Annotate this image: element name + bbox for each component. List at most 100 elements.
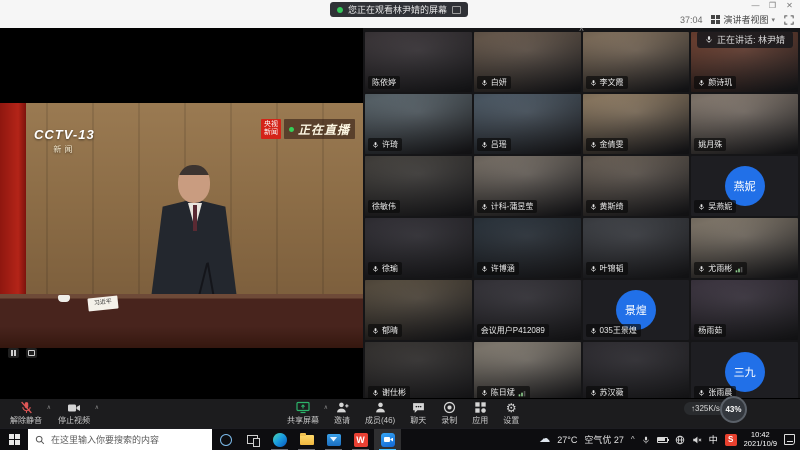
chevron-up-icon[interactable]: ∧ — [95, 404, 99, 411]
participant-name: 徐敏伟 — [372, 201, 396, 212]
participant-name: 陈日斌 — [491, 387, 515, 398]
start-button[interactable] — [0, 429, 28, 450]
toolbar-button-invite[interactable]: 邀请 — [334, 401, 350, 426]
tray-mic-icon[interactable] — [642, 435, 650, 445]
watching-screen-pill[interactable]: 您正在观看林尹婧的屏幕 — [330, 2, 468, 17]
toolbar-button-unmute[interactable]: 解除静音 ∧ — [10, 401, 42, 426]
participant-tile[interactable]: 许博涵 — [474, 218, 581, 278]
participant-name-pill: 陈依婷 — [368, 76, 400, 89]
toolbar-button-label: 设置 — [503, 415, 519, 426]
participant-tile[interactable]: 白妍 — [474, 32, 581, 92]
chevron-up-icon[interactable]: ∧ — [47, 404, 51, 411]
toolbar-button-apps[interactable]: 应用 — [472, 401, 488, 426]
popout-icon[interactable] — [452, 6, 461, 14]
participant-tile[interactable]: 黄斯绮 — [583, 156, 690, 216]
layout-grid-icon — [711, 15, 720, 24]
toolbar-button-stop-video[interactable]: 停止视频 ∧ — [58, 401, 90, 426]
participant-name-pill: 郁晴 — [368, 324, 402, 337]
ime-indicator[interactable]: 中 — [709, 433, 718, 446]
participant-name: 许琦 — [382, 139, 398, 150]
participant-tile[interactable]: 尤雨彬 — [691, 218, 798, 278]
close-button[interactable]: ✕ — [781, 0, 798, 11]
search-placeholder: 在这里输入你要搜索的内容 — [51, 433, 159, 446]
participant-tile[interactable]: 徐瑜 — [365, 218, 472, 278]
participant-tile[interactable]: 三九 张雨晨 — [691, 342, 798, 402]
toolbar-button-record[interactable]: 录制 — [441, 401, 457, 426]
participant-name: 谢仕彬 — [382, 387, 406, 398]
participant-name-pill: 颜诗玑 — [694, 76, 736, 89]
participant-tile[interactable]: 杨雨茹 — [691, 280, 798, 340]
edge-button[interactable] — [266, 429, 293, 450]
meeting-app-button[interactable] — [374, 429, 401, 450]
file-explorer-button[interactable] — [293, 429, 320, 450]
chevron-up-icon[interactable]: ∧ — [324, 404, 328, 411]
signal-icon — [518, 389, 526, 397]
participants-panel: 正在讲话: 林尹婧 ^ 陈依婷 白妍 李文霞 颜诗玑 — [363, 28, 800, 428]
view-mode-label: 演讲者视图 — [723, 13, 768, 26]
taskbar-search-input[interactable]: 在这里输入你要搜索的内容 — [28, 429, 212, 450]
tray-expand-chevron[interactable]: ^ — [631, 435, 635, 444]
maximize-button[interactable]: ❐ — [764, 0, 781, 11]
participant-tile[interactable]: 徐敏伟 — [365, 156, 472, 216]
participant-tile[interactable]: 叶锦韬 — [583, 218, 690, 278]
mic-icon — [698, 265, 705, 273]
participant-name: 徐瑜 — [382, 263, 398, 274]
wps-button[interactable]: W — [347, 429, 374, 450]
participant-name-pill: 黄斯绮 — [586, 200, 628, 213]
weather-temp[interactable]: 27°C — [557, 435, 577, 445]
taskbar-clock[interactable]: 10:42 2021/10/9 — [744, 431, 777, 448]
participant-tile[interactable]: 会议用户P412089 — [474, 280, 581, 340]
volume-muted-icon[interactable] — [692, 435, 702, 445]
participant-tile[interactable]: 李文霞 — [583, 32, 690, 92]
participant-tile[interactable]: 陈依婷 — [365, 32, 472, 92]
shared-screen-area[interactable]: CCTV-13 新闻 央视 新闻 正在直播 — [0, 28, 363, 428]
participant-tile[interactable]: 许琦 — [365, 94, 472, 154]
screen: 您正在观看林尹婧的屏幕 — ❐ ✕ 37:04 演讲者视图 ▾ — [0, 0, 800, 450]
battery-icon[interactable] — [657, 437, 668, 443]
minimize-button[interactable]: — — [747, 0, 764, 11]
participant-name-pill: 叶锦韬 — [586, 262, 628, 275]
toolbar-button-settings[interactable]: ⚙ 设置 — [503, 401, 519, 426]
file-explorer-icon — [300, 435, 314, 445]
network-globe-icon[interactable] — [675, 435, 685, 445]
participant-tile[interactable]: 燕妮 吴燕妮 — [691, 156, 798, 216]
toolbar-button-members[interactable]: 成员(46) — [365, 401, 395, 426]
action-center-icon[interactable] — [784, 434, 795, 445]
search-icon — [35, 435, 45, 445]
participant-tile[interactable]: 金倩雯 — [583, 94, 690, 154]
participant-name-pill: 吕瑶 — [477, 138, 511, 151]
mail-app-button[interactable] — [320, 429, 347, 450]
participant-tile[interactable]: 苏汉薇 — [583, 342, 690, 402]
invite-icon — [336, 401, 349, 414]
toolbar-button-chat[interactable]: 聊天 — [410, 401, 426, 426]
task-view-button[interactable] — [239, 429, 266, 450]
participant-name-pill: 许博涵 — [477, 262, 519, 275]
sogou-ime-icon[interactable]: S — [725, 434, 737, 446]
participant-tile[interactable]: 姚月殊 — [691, 94, 798, 154]
fullscreen-icon[interactable] — [784, 15, 794, 25]
participant-name-pill: 杨雨茹 — [694, 324, 726, 337]
participant-name-pill: 计科-蒲昱莹 — [477, 200, 538, 213]
participant-tile[interactable]: 郁晴 — [365, 280, 472, 340]
participant-tile[interactable]: 计科-蒲昱莹 — [474, 156, 581, 216]
collapse-arrow-icon[interactable]: ^ — [579, 26, 583, 36]
participant-tile[interactable]: 吕瑶 — [474, 94, 581, 154]
participant-tile[interactable]: 景煌 035王景煌 — [583, 280, 690, 340]
weather-air[interactable]: 空气优 27 — [584, 433, 624, 446]
weather-cloud-icon[interactable]: ☁ — [539, 434, 550, 445]
participant-tile[interactable]: 陈日斌 — [474, 342, 581, 402]
panel-icon[interactable] — [26, 348, 37, 358]
cctv-logo: CCTV-13 新闻 — [34, 127, 95, 155]
toolbar-button-label: 聊天 — [410, 415, 426, 426]
participant-name-pill: 吴燕妮 — [694, 200, 736, 213]
participant-tile[interactable]: 谢仕彬 — [365, 342, 472, 402]
toolbar-button-share-screen[interactable]: 共享屏幕 ∧ — [287, 401, 319, 426]
performance-ball[interactable]: 43% — [720, 396, 747, 423]
desk — [0, 294, 363, 348]
cortana-button[interactable] — [212, 429, 239, 450]
pause-icon[interactable] — [8, 348, 19, 358]
cctv-broadcast-video: CCTV-13 新闻 央视 新闻 正在直播 — [0, 103, 363, 348]
edge-icon — [273, 433, 287, 447]
view-mode-button[interactable]: 演讲者视图 ▾ — [711, 13, 775, 26]
titlebar: 您正在观看林尹婧的屏幕 — ❐ ✕ 37:04 演讲者视图 ▾ — [0, 0, 800, 28]
